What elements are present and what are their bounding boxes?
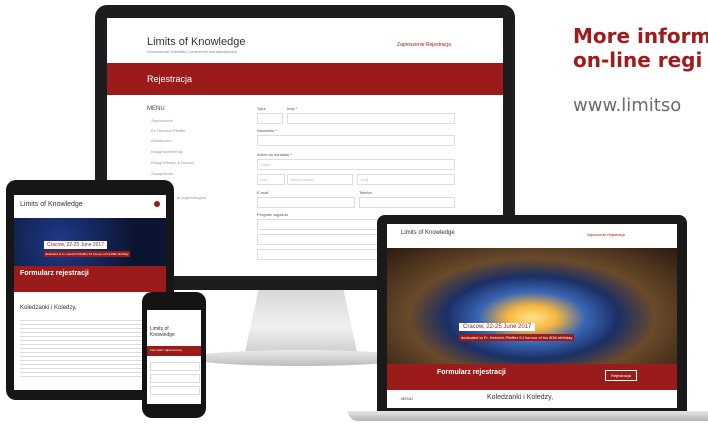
label-telefon: Telefon [359, 190, 372, 195]
promo-headline-line1: More inform [573, 24, 708, 48]
laptop-screen: Limits of Knowledge Zaproszenie Rejestra… [387, 224, 677, 408]
laptop-logo[interactable]: Limits of Knowledge [401, 230, 455, 236]
desktop-logo[interactable]: Limits of Knowledge [147, 36, 245, 48]
desktop-menu-item[interactable]: Zarządzenie [151, 171, 173, 176]
label-tytul: Tytuł [257, 106, 266, 111]
desktop-menu-item[interactable]: Księgi Wiedzy & Nauczy [151, 160, 194, 165]
phone-input[interactable] [150, 374, 200, 383]
desktop-trailing-text: ja organizacyjna [177, 195, 206, 200]
kod-placeholder: Kod [260, 177, 268, 182]
menu-icon[interactable] [154, 201, 160, 207]
laptop-caption: dedicated to Fr. Heinrich Pfeiffer SJ ho… [459, 334, 575, 341]
kraj-input[interactable] [357, 174, 455, 185]
tablet-form-bar: Formularz rejestracji [14, 266, 166, 292]
phone-bar-title[interactable]: Formularz zgłoszeniowy [150, 348, 182, 352]
kraj-placeholder: Kraj [361, 177, 369, 182]
desktop-nav[interactable]: Zaproszenie Rejestracja [397, 42, 451, 48]
telefon-input[interactable] [359, 197, 455, 208]
phone-screen: Limits of Knowledge Formularz zgłoszenio… [147, 310, 201, 404]
desktop-header: Limits of Knowledge International Scient… [107, 18, 503, 63]
promo-headline-line2: on-line regi [573, 48, 703, 72]
desktop-menu-item[interactable]: Dr. Heinrich Pfeiffer [151, 128, 186, 133]
desktop-menu-item[interactable]: Aktualności [151, 138, 171, 143]
tablet-caption: dedicated to Fr. Heinrich Pfeiffer SJ ho… [44, 251, 130, 257]
tytul-input[interactable] [257, 113, 283, 124]
monitor-stand-neck [245, 290, 357, 352]
label-email: E-mail [257, 190, 269, 195]
desktop-menu-item[interactable]: Księgi konferencji [151, 149, 182, 154]
label-adres: Adres do kontaktu * [257, 152, 292, 157]
laptop-hero-image [387, 248, 677, 364]
nazwisko-input[interactable] [257, 135, 455, 146]
laptop-form-bar: Formularz rejestracji Rejestracja [387, 364, 677, 390]
tablet-logo[interactable]: Limits of Knowledge [20, 201, 83, 208]
ulica-input[interactable] [257, 159, 455, 170]
desktop-menu-item[interactable]: Zaproszenie [151, 118, 173, 123]
phone-input[interactable] [150, 386, 200, 395]
laptop-section-title: Koledzanki i Koledzy, [487, 394, 554, 401]
imie-input[interactable] [287, 113, 455, 124]
desktop-banner-title: Rejestracja [147, 74, 193, 84]
ulica-placeholder: Ulica [261, 162, 270, 167]
tablet-body-text [20, 317, 160, 377]
laptop-base [348, 411, 708, 421]
label-imie: Imię * [287, 106, 298, 111]
laptop-nav[interactable]: Zaproszenie Rejestracja [587, 233, 625, 237]
desktop-menu-title: MENU [147, 106, 165, 112]
tablet-section-title: Koledzanki i Koledzy, [20, 305, 77, 311]
phone-bar: Formularz zgłoszeniowy [147, 346, 201, 356]
label-nazwisko: Nazwisko * [257, 128, 277, 133]
tablet-form-title[interactable]: Formularz rejestracji [20, 270, 89, 277]
laptop-menu[interactable]: MENU [401, 396, 413, 401]
tablet-date: Cracow, 22-25 June 2017 [44, 241, 107, 249]
label-program: Program wyjazdu [257, 212, 288, 217]
miejscowosc-placeholder: Miejscowość [291, 177, 314, 182]
phone-logo[interactable]: Limits of Knowledge [150, 326, 190, 338]
laptop-form-title[interactable]: Formularz rejestracji [437, 369, 506, 376]
email-input[interactable] [257, 197, 355, 208]
promo-url: www.limitso [573, 95, 682, 116]
register-button[interactable]: Rejestracja [605, 370, 638, 381]
desktop-subtitle: International Scientific Conference Inte… [147, 49, 237, 54]
laptop-date: Cracow, 22-25 June 2017 [459, 323, 536, 331]
phone-input[interactable] [150, 362, 200, 371]
